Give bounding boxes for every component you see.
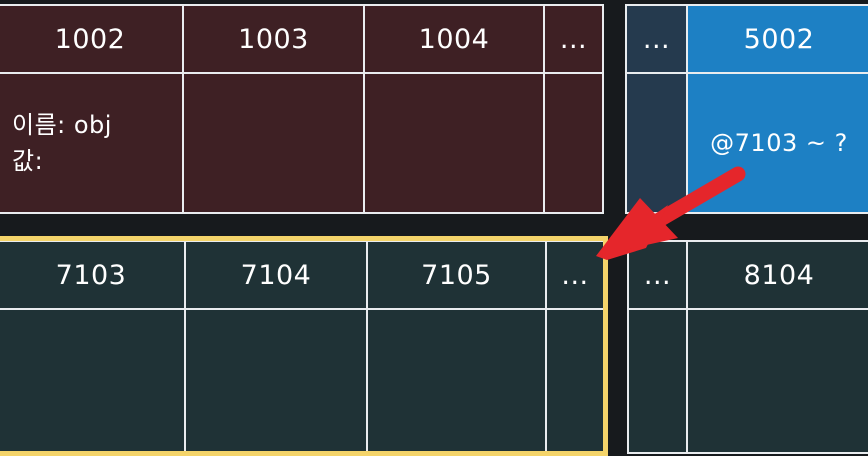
- obj-variable-cell: 이름: obj 값:: [0, 72, 184, 214]
- bottom-value-cell-ellipsis: [545, 308, 605, 454]
- top-right-empty-cell: [625, 72, 688, 214]
- address-label: 7103: [55, 259, 127, 291]
- address-label: 1004: [418, 23, 490, 55]
- address-label: 1002: [54, 23, 126, 55]
- top-address-1002-cell: 1002: [0, 4, 184, 74]
- ellipsis-label: ...: [643, 259, 672, 291]
- address-5002-cell: 5002: [686, 4, 868, 74]
- top-address-1004-cell: 1004: [363, 4, 545, 74]
- bottom-value-cell-7105: [366, 308, 547, 454]
- address-8104-value-cell: [686, 308, 868, 454]
- bottom-right-empty-cell: [627, 308, 688, 454]
- reference-value-cell: @7103 ~ ?: [686, 72, 868, 214]
- top-address-ellipsis-cell: ...: [543, 4, 604, 74]
- ellipsis-label: ...: [642, 23, 671, 55]
- address-label: 1003: [238, 23, 309, 55]
- bottom-address-7103-cell: 7103: [0, 240, 186, 310]
- address-label: 8104: [743, 259, 815, 291]
- bottom-value-cell-7103: [0, 308, 186, 454]
- ellipsis-label: ...: [559, 23, 588, 55]
- top-value-cell-ellipsis: [543, 72, 604, 214]
- address-8104-cell: 8104: [686, 240, 868, 310]
- bottom-value-cell-7104: [184, 308, 368, 454]
- bottom-right-ellipsis-cell: ...: [627, 240, 688, 310]
- address-label: 7104: [240, 259, 312, 291]
- variable-name-label: 이름: obj: [12, 111, 112, 139]
- bottom-address-7104-cell: 7104: [184, 240, 368, 310]
- bottom-address-ellipsis-cell: ...: [545, 240, 605, 310]
- reference-value-label: @7103 ~ ?: [710, 129, 848, 157]
- top-address-1003-cell: 1003: [182, 4, 365, 74]
- top-value-cell-1004: [363, 72, 545, 214]
- address-label: 5002: [743, 23, 815, 55]
- bottom-address-7105-cell: 7105: [366, 240, 547, 310]
- variable-value-label: 값:: [12, 147, 44, 175]
- top-right-ellipsis-cell: ...: [625, 4, 688, 74]
- top-value-cell-1003: [182, 72, 365, 214]
- ellipsis-label: ...: [561, 259, 589, 291]
- address-label: 7105: [421, 259, 492, 291]
